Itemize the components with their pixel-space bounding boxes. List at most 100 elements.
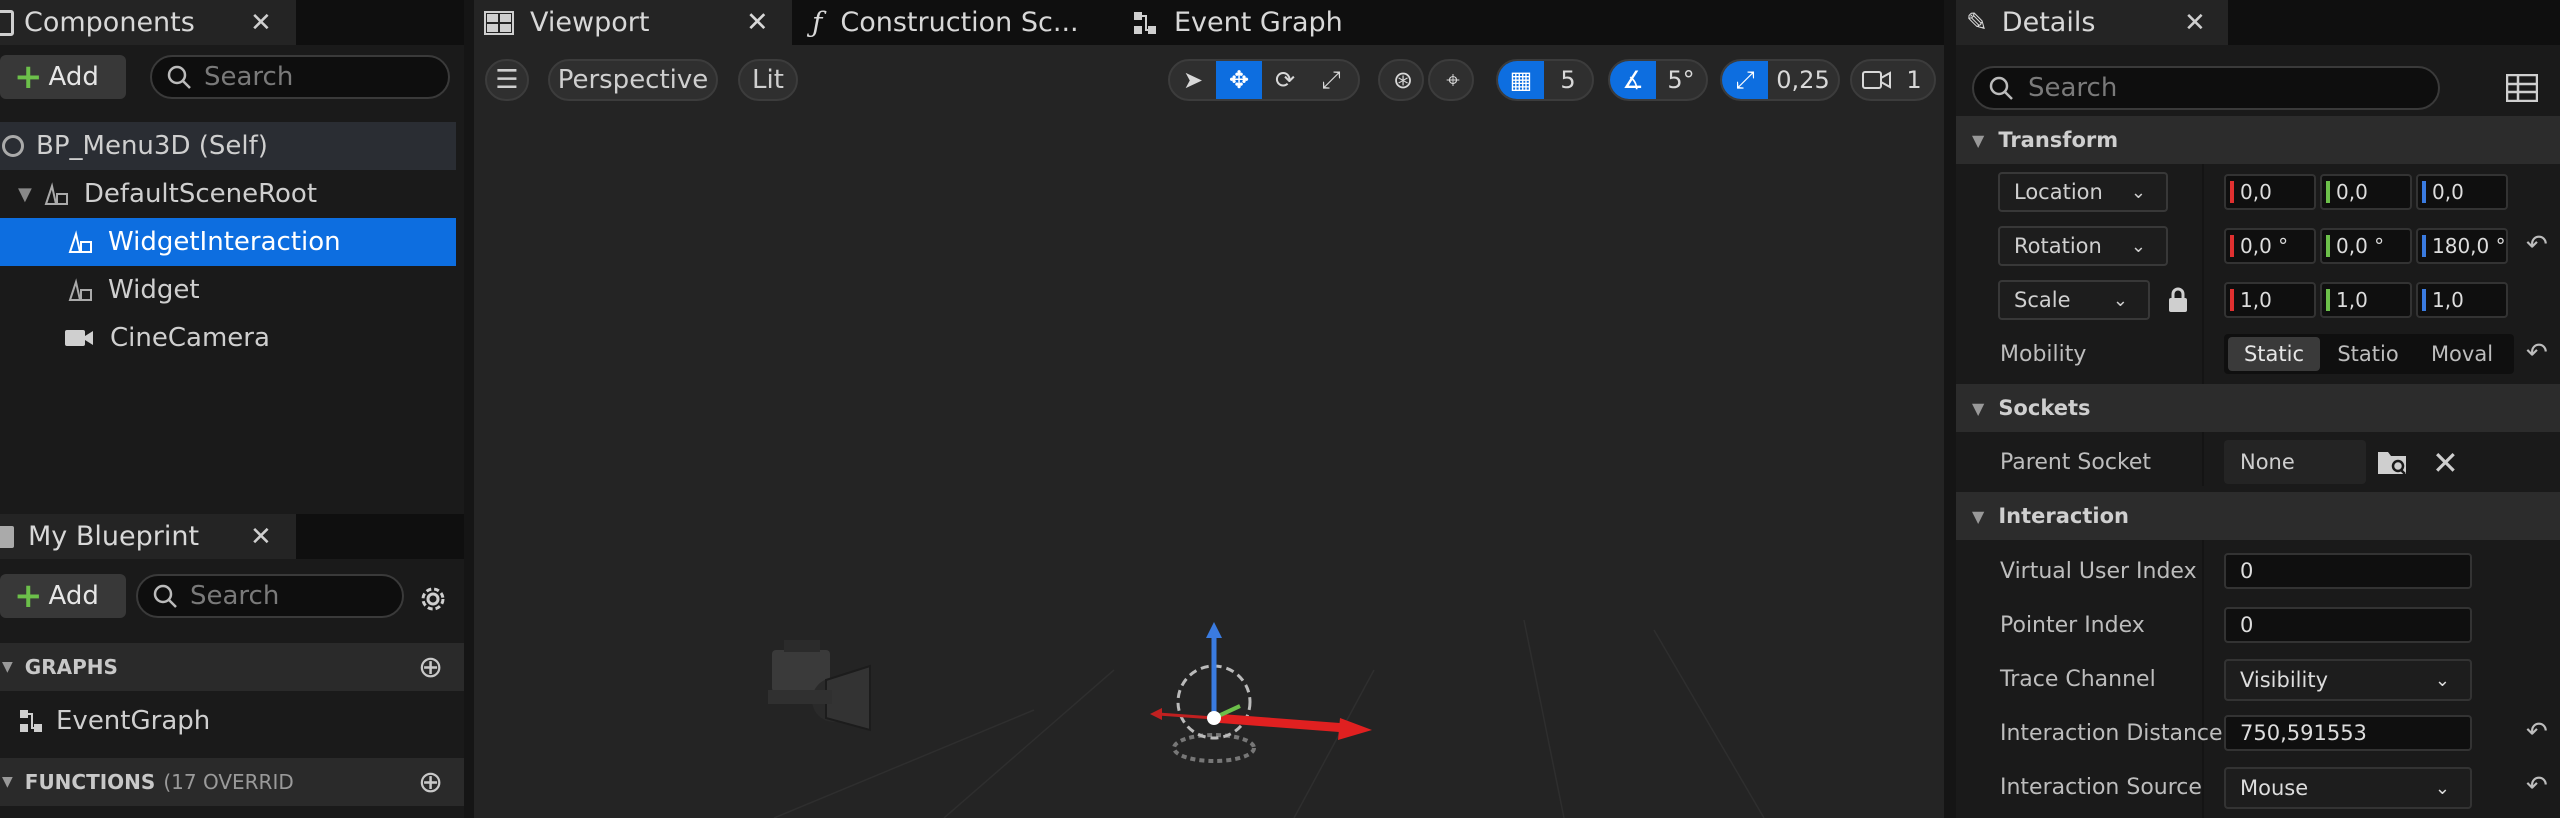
graphs-section-header[interactable]: ▼ GRAPHS ⊕ (0, 643, 464, 691)
scale-x-field[interactable]: 1,0 (2224, 282, 2316, 318)
lit-button[interactable]: Lit (738, 59, 798, 101)
tree-item-widget[interactable]: Widget (0, 266, 456, 314)
interaction-source-dropdown[interactable]: Mouse ⌄ (2224, 767, 2472, 809)
mobility-stationary-option[interactable]: Statio (2322, 337, 2414, 371)
rotate-mode-icon[interactable]: ⟳ (1262, 61, 1308, 99)
scale-snap-group[interactable]: ⤢ 0,25 (1720, 59, 1840, 101)
tab-event-graph[interactable]: Event Graph (1132, 0, 1343, 45)
virtual-user-index-field[interactable]: 0 (2224, 553, 2472, 589)
plus-icon: + (14, 57, 43, 97)
tree-item-cinecamera[interactable]: CineCamera (0, 314, 456, 362)
details-tabbar: ✎ Details ✕ (1956, 0, 2560, 45)
mobility-label: Mobility (2000, 342, 2087, 367)
reset-interaction-source-icon[interactable]: ↶ (2526, 771, 2548, 801)
mobility-movable-option[interactable]: Moval (2416, 337, 2508, 371)
rotation-y-field[interactable]: 0,0 ° (2320, 228, 2412, 264)
add-graph-icon[interactable]: ⊕ (418, 650, 443, 685)
rotation-z-field[interactable]: 180,0 ° (2416, 228, 2508, 264)
transform-section-header[interactable]: ▼ Transform (1956, 116, 2560, 164)
reset-rotation-icon[interactable]: ↶ (2526, 230, 2548, 260)
grid-snap-value[interactable]: 5 (1544, 61, 1592, 99)
rotation-dropdown[interactable]: Rotation ⌄ (1998, 226, 2168, 266)
interaction-section-header[interactable]: ▼ Interaction (1956, 492, 2560, 540)
rotation-snap-value[interactable]: 5° (1656, 61, 1706, 99)
components-search-input[interactable]: Search (150, 55, 450, 99)
scale-snap-icon[interactable]: ⤢ (1722, 61, 1768, 99)
lock-icon[interactable] (2166, 286, 2190, 314)
myblueprint-tab-label: My Blueprint (28, 521, 200, 552)
functions-override-note: (17 OVERRID (163, 770, 294, 794)
event-graph-icon (1134, 11, 1156, 34)
cine-camera-mesh (768, 640, 871, 732)
translate-mode-icon[interactable]: ✥ (1216, 61, 1262, 99)
scale-x-value: 1,0 (2240, 288, 2272, 312)
rotation-x-field[interactable]: 0,0 ° (2224, 228, 2316, 264)
gear-icon[interactable] (416, 582, 450, 616)
tab-components[interactable]: Components ✕ (0, 0, 296, 45)
tree-item-defaultsceneroot[interactable]: ▼ DefaultSceneRoot (0, 170, 456, 218)
perspective-button[interactable]: Perspective (548, 59, 718, 101)
scale-dropdown[interactable]: Scale ⌄ (1998, 280, 2150, 320)
property-matrix-icon[interactable] (2506, 74, 2538, 102)
chevron-down-icon: ⌄ (2434, 777, 2450, 799)
scale-mode-icon[interactable]: ⤢ (1308, 61, 1354, 99)
tree-item-self[interactable]: BP_Menu3D (Self) (0, 122, 456, 170)
reset-mobility-icon[interactable]: ↶ (2526, 338, 2548, 368)
sockets-section-header[interactable]: ▼ Sockets (1956, 384, 2560, 432)
editor-tabbar: Viewport ✕ ƒ Construction Sc... Event Gr… (474, 0, 1944, 45)
tab-construction-script[interactable]: ƒ Construction Sc... (812, 0, 1079, 45)
functions-section-header[interactable]: ▼ FUNCTIONS (17 OVERRID ⊕ (0, 758, 464, 806)
browse-socket-icon[interactable] (2376, 448, 2410, 478)
tab-my-blueprint[interactable]: My Blueprint ✕ (0, 514, 296, 559)
scale-z-field[interactable]: 1,0 (2416, 282, 2508, 318)
add-blueprint-member-button[interactable]: + Add (0, 574, 126, 618)
scale-y-field[interactable]: 1,0 (2320, 282, 2412, 318)
trace-channel-dropdown[interactable]: Visibility ⌄ (2224, 659, 2472, 701)
plus-icon: + (14, 576, 43, 616)
select-mode-icon[interactable]: ➤ (1170, 61, 1216, 99)
close-icon[interactable]: ✕ (250, 522, 272, 552)
parent-socket-value[interactable]: None (2224, 440, 2366, 484)
angle-snap-icon[interactable]: ∡ (1610, 61, 1656, 99)
mobility-static-option[interactable]: Static (2228, 337, 2320, 371)
viewport-panel[interactable]: Viewport ✕ ƒ Construction Sc... Event Gr… (474, 0, 1944, 818)
location-x-field[interactable]: 0,0 (2224, 174, 2316, 210)
tree-item-widgetinteraction[interactable]: WidgetInteraction (0, 218, 456, 266)
widget-interaction-icon (68, 230, 92, 253)
transform-gizmo[interactable] (1114, 618, 1374, 768)
graph-item-eventgraph[interactable]: EventGraph (0, 697, 456, 745)
grid-snap-group[interactable]: ▦ 5 (1496, 59, 1594, 101)
location-y-field[interactable]: 0,0 (2320, 174, 2412, 210)
tab-viewport[interactable]: Viewport ✕ (474, 0, 792, 45)
camera-speed-button[interactable]: 1 (1850, 59, 1936, 101)
tab-details[interactable]: ✎ Details ✕ (1956, 0, 2228, 45)
rotation-snap-group[interactable]: ∡ 5° (1608, 59, 1708, 101)
clear-socket-icon[interactable]: ✕ (2432, 444, 2459, 482)
close-icon[interactable]: ✕ (2184, 8, 2206, 38)
graphs-collapse-icon: ▼ (2, 659, 13, 675)
myblueprint-search-input[interactable]: Search (136, 574, 404, 618)
pointer-index-field[interactable]: 0 (2224, 607, 2472, 643)
reset-interaction-distance-icon[interactable]: ↶ (2526, 717, 2548, 747)
close-icon[interactable]: ✕ (746, 7, 769, 38)
add-function-icon[interactable]: ⊕ (418, 765, 443, 800)
tree-item-widget-label: Widget (108, 275, 200, 305)
x-axis-marker (2230, 289, 2234, 311)
location-z-field[interactable]: 0,0 (2416, 174, 2508, 210)
viewport-options-button[interactable]: ☰ (485, 59, 529, 101)
location-dropdown[interactable]: Location ⌄ (1998, 172, 2168, 212)
widget-component-icon (68, 278, 92, 301)
pencil-icon: ✎ (1966, 7, 1988, 38)
coordinate-space-button[interactable]: ⊛ (1378, 59, 1424, 101)
grid-snap-icon[interactable]: ▦ (1498, 61, 1544, 99)
add-component-button[interactable]: + Add (0, 55, 126, 99)
myblueprint-tabbar: My Blueprint ✕ (0, 514, 464, 559)
interaction-distance-field[interactable]: 750,591553 (2224, 715, 2472, 751)
components-tab-label: Components (24, 7, 195, 38)
tree-item-defaultsceneroot-label: DefaultSceneRoot (83, 179, 318, 209)
details-search-input[interactable]: Search (1972, 66, 2440, 110)
myblueprint-toolbar: + Add Search (0, 574, 464, 622)
close-icon[interactable]: ✕ (250, 8, 272, 38)
surface-snap-button[interactable]: ⌖ (1428, 59, 1474, 101)
scale-snap-value[interactable]: 0,25 (1768, 61, 1838, 99)
